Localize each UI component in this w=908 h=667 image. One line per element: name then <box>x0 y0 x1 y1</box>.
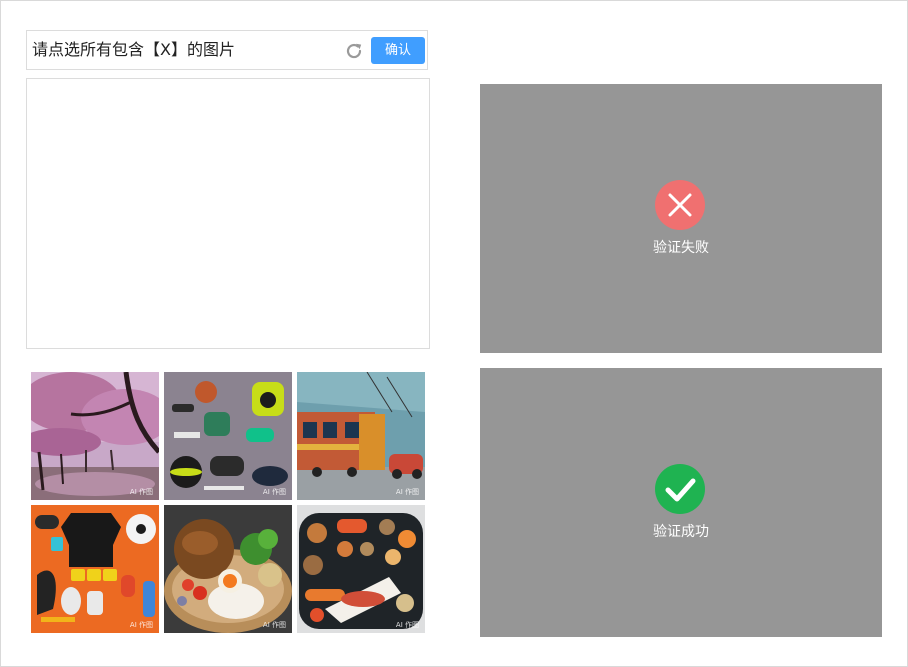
grid-tile-rice-plate[interactable]: AI 作图 <box>164 505 292 633</box>
ai-badge: AI 作图 <box>395 621 419 629</box>
fail-text: 验证失败 <box>653 240 709 256</box>
check-icon <box>655 464 705 514</box>
fail-overlay: 验证失败 <box>480 84 882 353</box>
captcha-prompt: 请点选所有包含【X】的图片 <box>32 40 235 59</box>
grid-tile-sports-kit[interactable]: AI 作图 <box>31 505 159 633</box>
grid-tile-food-platter[interactable]: AI 作图 <box>297 505 425 633</box>
success-overlay: 验证成功 <box>480 368 882 637</box>
ai-badge: AI 作图 <box>129 488 153 496</box>
grid-tile-cherry-blossom[interactable]: AI 作图 <box>31 372 159 500</box>
close-icon <box>655 180 705 230</box>
ai-badge: AI 作图 <box>262 621 286 629</box>
ai-badge: AI 作图 <box>129 621 153 629</box>
confirm-button[interactable]: 确认 <box>371 37 425 64</box>
success-text: 验证成功 <box>653 524 709 540</box>
ai-badge: AI 作图 <box>395 488 419 496</box>
grid-tile-tram[interactable]: AI 作图 <box>297 372 425 500</box>
image-grid: AI 作图 AI 作图 AI 作图 AI 作图 AI 作图 AI 作图 <box>31 372 425 633</box>
captcha-header: 请点选所有包含【X】的图片 确认 <box>26 30 428 70</box>
grid-tile-sports-gear[interactable]: AI 作图 <box>164 372 292 500</box>
preview-area <box>26 78 430 349</box>
ai-badge: AI 作图 <box>262 488 286 496</box>
refresh-icon[interactable] <box>343 40 365 62</box>
